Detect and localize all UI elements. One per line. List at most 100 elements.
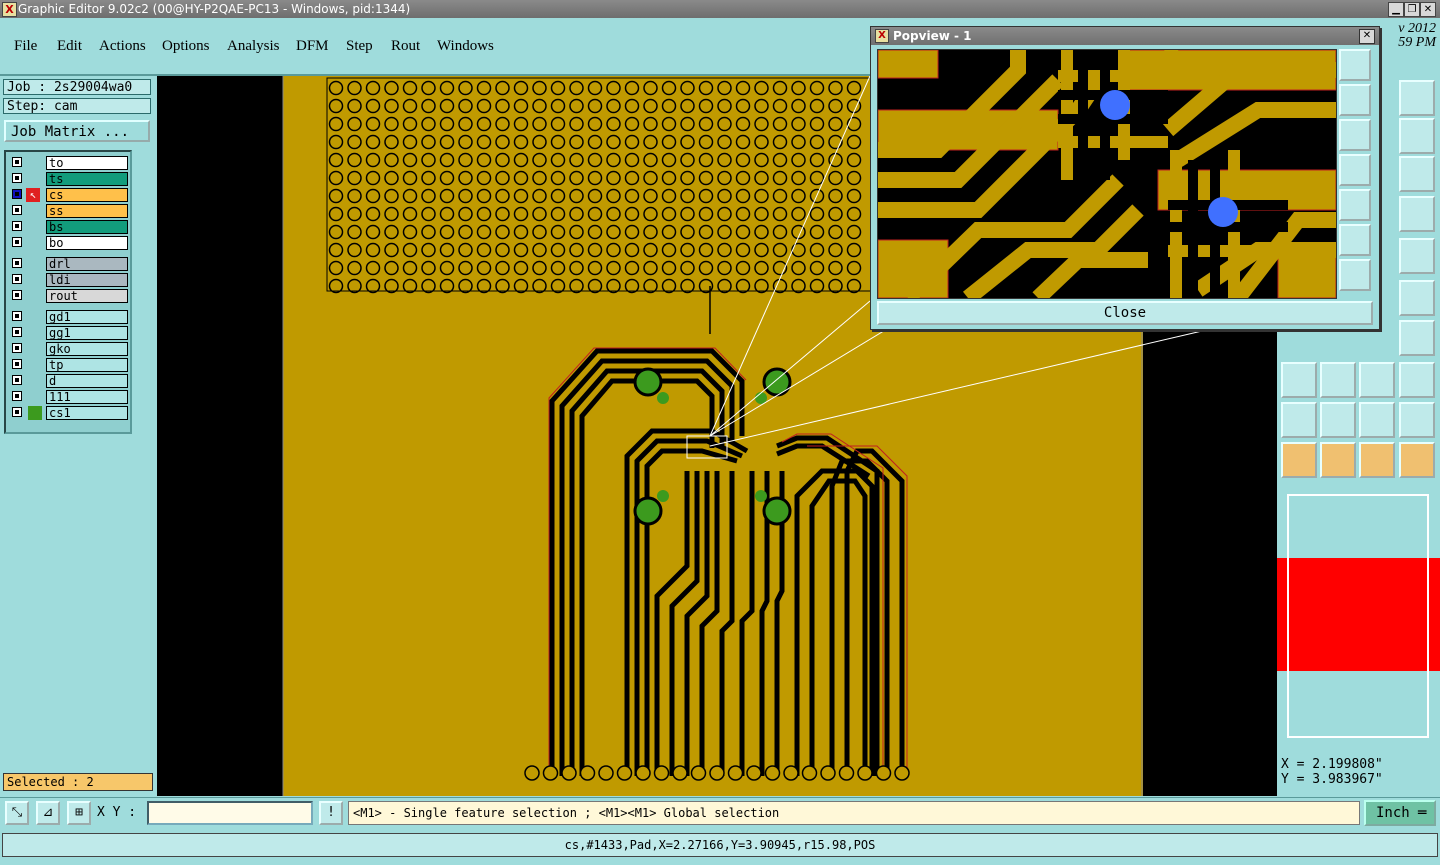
popview-tool-button[interactable]	[1339, 189, 1371, 221]
layer-checkbox[interactable]	[12, 343, 22, 353]
layer-checkbox[interactable]	[12, 391, 22, 401]
layer-name[interactable]: drl	[46, 257, 128, 271]
layer-row[interactable]: d	[10, 374, 128, 388]
job-matrix-button[interactable]: Job Matrix ...	[4, 120, 150, 142]
zoom-box-icon[interactable]: ⤡	[5, 801, 29, 825]
tool-button[interactable]	[1399, 238, 1435, 274]
layer-checkbox[interactable]	[12, 311, 22, 321]
layer-checkbox[interactable]	[12, 290, 22, 300]
layer-row-active[interactable]: ↖ cs	[10, 188, 128, 202]
layer-checkbox[interactable]	[12, 189, 22, 199]
tool-button[interactable]	[1399, 196, 1435, 232]
tool-button[interactable]	[1359, 442, 1395, 478]
layer-name[interactable]: bs	[46, 220, 128, 234]
layer-checkbox[interactable]	[12, 407, 22, 417]
tool-button[interactable]	[1320, 402, 1356, 438]
popview-canvas[interactable]	[877, 49, 1337, 299]
layer-name[interactable]: d	[46, 374, 128, 388]
tool-button[interactable]	[1399, 362, 1435, 398]
popview-titlebar[interactable]: X Popview - 1 ✕	[871, 27, 1379, 45]
layer-row[interactable]: cs1	[10, 406, 128, 420]
close-window-button[interactable]: ✕	[1420, 2, 1436, 17]
tool-button[interactable]	[1399, 80, 1435, 116]
layer-name[interactable]: cs	[46, 188, 128, 202]
layer-row[interactable]: to	[10, 156, 128, 170]
alert-icon[interactable]: !	[319, 801, 343, 825]
xy-input[interactable]	[147, 801, 313, 825]
layer-checkbox[interactable]	[12, 221, 22, 231]
menu-rout[interactable]: Rout	[391, 38, 420, 55]
tool-button[interactable]	[1281, 402, 1317, 438]
popview-tool-button[interactable]	[1339, 154, 1371, 186]
layer-name[interactable]: to	[46, 156, 128, 170]
tool-button[interactable]	[1399, 280, 1435, 316]
layer-row[interactable]: ts	[10, 172, 128, 186]
layer-name[interactable]: 111	[46, 390, 128, 404]
layer-name[interactable]: cs1	[46, 406, 128, 420]
layer-row[interactable]: gg1	[10, 326, 128, 340]
popview-tool-button[interactable]	[1339, 84, 1371, 116]
layer-checkbox[interactable]	[12, 237, 22, 247]
tool-button[interactable]	[1399, 320, 1435, 356]
layer-name[interactable]: ts	[46, 172, 128, 186]
layer-name[interactable]: gg1	[46, 326, 128, 340]
tool-button[interactable]	[1399, 156, 1435, 192]
layer-name[interactable]: rout	[46, 289, 128, 303]
restore-button[interactable]: ❐	[1404, 2, 1420, 17]
layer-checkbox[interactable]	[12, 359, 22, 369]
tool-button[interactable]	[1281, 442, 1317, 478]
layer-name[interactable]: gko	[46, 342, 128, 356]
popview-tool-button[interactable]	[1339, 119, 1371, 151]
edge-pad	[635, 765, 651, 781]
units-select[interactable]: Inch ═	[1364, 800, 1436, 826]
tool-button[interactable]	[1399, 442, 1435, 478]
menu-step[interactable]: Step	[346, 38, 373, 55]
layer-row[interactable]: drl	[10, 257, 128, 271]
layer-row[interactable]: rout	[10, 289, 128, 303]
tool-button[interactable]	[1320, 442, 1356, 478]
layer-checkbox[interactable]	[12, 173, 22, 183]
menu-edit[interactable]: Edit	[57, 38, 82, 55]
popview-close-button[interactable]: Close	[877, 301, 1373, 325]
menu-actions[interactable]: Actions	[99, 38, 146, 55]
menu-analysis[interactable]: Analysis	[227, 38, 280, 55]
layer-checkbox[interactable]	[12, 205, 22, 215]
layer-checkbox[interactable]	[12, 274, 22, 284]
popview-tool-button[interactable]	[1339, 224, 1371, 256]
step-preview[interactable]	[1287, 494, 1429, 738]
menu-file[interactable]: File	[14, 38, 37, 55]
layer-checkbox[interactable]	[12, 375, 22, 385]
grid-icon[interactable]: ⊞	[67, 801, 91, 825]
layer-checkbox[interactable]	[12, 157, 22, 167]
tool-button[interactable]	[1399, 402, 1435, 438]
layer-checkbox[interactable]	[12, 258, 22, 268]
tool-button[interactable]	[1281, 362, 1317, 398]
layer-row[interactable]: 111	[10, 390, 128, 404]
layer-row[interactable]: gko	[10, 342, 128, 356]
layer-row[interactable]: ldi	[10, 273, 128, 287]
layer-name[interactable]: tp	[46, 358, 128, 372]
minimize-button[interactable]: ▁	[1388, 2, 1404, 17]
bga-pad	[809, 98, 825, 114]
tool-button[interactable]	[1399, 118, 1435, 154]
layer-row[interactable]: tp	[10, 358, 128, 372]
menu-windows[interactable]: Windows	[437, 38, 494, 55]
layer-checkbox[interactable]	[12, 327, 22, 337]
layer-name[interactable]: ss	[46, 204, 128, 218]
menu-dfm[interactable]: DFM	[296, 38, 329, 55]
popview-tool-button[interactable]	[1339, 259, 1371, 291]
menu-options[interactable]: Options	[162, 38, 210, 55]
layer-name[interactable]: ldi	[46, 273, 128, 287]
tool-button[interactable]	[1320, 362, 1356, 398]
layer-row[interactable]: gd1	[10, 310, 128, 324]
measure-icon[interactable]: ⊿	[36, 801, 60, 825]
tool-button[interactable]	[1359, 402, 1395, 438]
popview-tool-button[interactable]	[1339, 49, 1371, 81]
layer-name[interactable]: bo	[46, 236, 128, 250]
layer-row[interactable]: bs	[10, 220, 128, 234]
tool-button[interactable]	[1359, 362, 1395, 398]
popview-close-icon[interactable]: ✕	[1359, 29, 1375, 44]
layer-row[interactable]: bo	[10, 236, 128, 250]
layer-row[interactable]: ss	[10, 204, 128, 218]
layer-name[interactable]: gd1	[46, 310, 128, 324]
